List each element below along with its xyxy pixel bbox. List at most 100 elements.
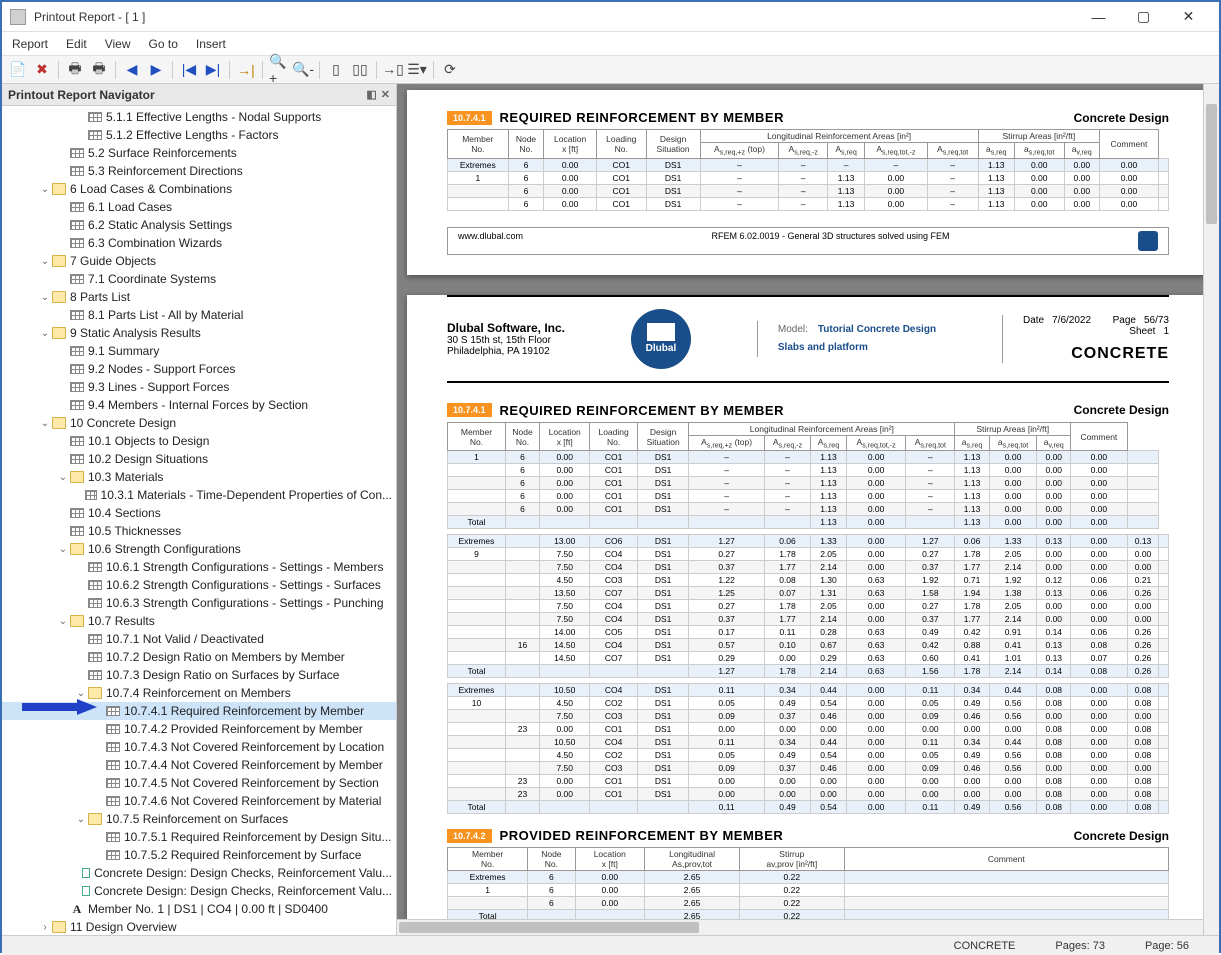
table-icon [70,238,84,248]
refresh-icon[interactable]: ⟳ [440,60,460,80]
navigator-tree[interactable]: 5.1.1 Effective Lengths - Nodal Supports… [2,106,396,935]
tree-label: Member No. 1 | DS1 | CO4 | 0.00 ft | SD0… [88,902,328,916]
menu-edit[interactable]: Edit [66,37,87,51]
tree-item[interactable]: 9.2 Nodes - Support Forces [2,360,396,378]
tree-item[interactable]: 10.6.3 Strength Configurations - Setting… [2,594,396,612]
tree-item[interactable]: 8.1 Parts List - All by Material [2,306,396,324]
tree-label: 10.7.4 Reinforcement on Members [106,686,291,700]
tree-item[interactable]: 10.7.4.3 Not Covered Reinforcement by Lo… [2,738,396,756]
tree-item[interactable]: 10.7.1 Not Valid / Deactivated [2,630,396,648]
tree-label: 10.7.4.5 Not Covered Reinforcement by Se… [124,776,379,790]
close-button[interactable]: ✕ [1166,3,1211,31]
page-icon[interactable]: ▯ [326,60,346,80]
tree-label: 10.6.1 Strength Configurations - Setting… [106,560,383,574]
export-icon[interactable]: →▯ [383,60,403,80]
tree-item[interactable]: 10.7.4.2 Provided Reinforcement by Membe… [2,720,396,738]
menu-goto[interactable]: Go to [149,37,178,51]
tree-item[interactable]: 7.1 Coordinate Systems [2,270,396,288]
tree-item[interactable]: 10.7.5.2 Required Reinforcement by Surfa… [2,846,396,864]
tree-label: 10.7.1 Not Valid / Deactivated [106,632,264,646]
tree-item[interactable]: 10.4 Sections [2,504,396,522]
last-icon[interactable]: ▶| [203,60,223,80]
undock-icon[interactable]: ◧ [366,88,376,101]
prev-icon[interactable]: ◀ [122,60,142,80]
report-viewport[interactable]: 10.7.4.1 REQUIRED REINFORCEMENT BY MEMBE… [397,84,1219,935]
zoom-out-icon[interactable]: 🔍- [293,60,313,80]
tree-label: 6.3 Combination Wizards [88,236,222,250]
section-tag: 10.7.4.2 [447,829,492,843]
tree-item[interactable]: 10.6.1 Strength Configurations - Setting… [2,558,396,576]
menu-insert[interactable]: Insert [196,37,226,51]
table-icon [70,364,84,374]
tree-item[interactable]: 10.1 Objects to Design [2,432,396,450]
pages-icon[interactable]: ▯▯ [350,60,370,80]
print-icon[interactable]: 🖶 [65,60,85,80]
next-icon[interactable]: ▶ [146,60,166,80]
tree-item[interactable]: 10.7.4.4 Not Covered Reinforcement by Me… [2,756,396,774]
tree-label: 11 Design Overview [70,920,177,934]
maximize-button[interactable]: ▢ [1121,3,1166,31]
tree-label: 10.7.5 Reinforcement on Surfaces [106,812,288,826]
tree-item[interactable]: 10.7.5.1 Required Reinforcement by Desig… [2,828,396,846]
folder-icon [52,183,66,195]
tree-item[interactable]: 9.4 Members - Internal Forces by Section [2,396,396,414]
table-icon [70,166,84,176]
statusbar: CONCRETE Pages: 73 Page: 56 [2,935,1219,955]
module-name: CONCRETE [1023,345,1169,363]
tree-item[interactable]: 10.7.4.6 Not Covered Reinforcement by Ma… [2,792,396,810]
tree-label: 5.1.1 Effective Lengths - Nodal Supports [106,110,321,124]
tree-item[interactable]: 10.5 Thicknesses [2,522,396,540]
tree-item[interactable]: ⌄10.7.5 Reinforcement on Surfaces [2,810,396,828]
tree-item[interactable]: ⌄9 Static Analysis Results [2,324,396,342]
folder-icon [88,813,102,825]
settings-icon[interactable]: ☰▾ [407,60,427,80]
tree-item[interactable]: 9.1 Summary [2,342,396,360]
tree-label: 10.7.4.6 Not Covered Reinforcement by Ma… [124,794,381,808]
tree-item[interactable]: 10.2 Design Situations [2,450,396,468]
tree-label: 10.7.2 Design Ratio on Members by Member [106,650,345,664]
minimize-button[interactable]: — [1076,3,1121,31]
tree-item[interactable]: ⌄8 Parts List [2,288,396,306]
tree-item[interactable]: 5.1.1 Effective Lengths - Nodal Supports [2,108,396,126]
tree-item[interactable]: ⌄10.6 Strength Configurations [2,540,396,558]
tree-item[interactable]: 9.3 Lines - Support Forces [2,378,396,396]
table-icon [106,742,120,752]
horizontal-scrollbar[interactable] [397,919,1203,935]
print-all-icon[interactable]: 🖶 [89,60,109,80]
callout-arrow-icon [22,699,97,715]
tree-item[interactable]: ›11 Design Overview [2,918,396,935]
tree-item[interactable]: Concrete Design: Design Checks, Reinforc… [2,882,396,900]
menu-report[interactable]: Report [12,37,48,51]
tree-item[interactable]: ⌄10.7 Results [2,612,396,630]
new-icon[interactable]: 📄 [8,60,28,80]
first-icon[interactable]: |◀ [179,60,199,80]
vertical-scrollbar[interactable] [1203,84,1219,935]
table-icon [70,220,84,230]
menu-view[interactable]: View [105,37,131,51]
tree-item[interactable]: 6.1 Load Cases [2,198,396,216]
tree-item[interactable]: 5.3 Reinforcement Directions [2,162,396,180]
tree-item[interactable]: 10.7.2 Design Ratio on Members by Member [2,648,396,666]
tree-item[interactable]: 10.7.4.5 Not Covered Reinforcement by Se… [2,774,396,792]
folder-icon [52,921,66,933]
tree-item[interactable]: 6.2 Static Analysis Settings [2,216,396,234]
tree-item[interactable]: Concrete Design: Design Checks, Reinforc… [2,864,396,882]
tree-item[interactable]: 6.3 Combination Wizards [2,234,396,252]
tree-item[interactable]: ⌄10.3 Materials [2,468,396,486]
table-icon [70,436,84,446]
tree-item[interactable]: 10.3.1 Materials - Time-Dependent Proper… [2,486,396,504]
footer-mid: RFEM 6.02.0019 - General 3D structures s… [711,231,949,251]
tree-item[interactable]: AMember No. 1 | DS1 | CO4 | 0.00 ft | SD… [2,900,396,918]
tree-item[interactable]: ⌄10 Concrete Design [2,414,396,432]
tree-item[interactable]: ⌄6 Load Cases & Combinations [2,180,396,198]
model-name: Tutorial Concrete Design [818,321,936,339]
zoom-in-icon[interactable]: 🔍+ [269,60,289,80]
tree-item[interactable]: 10.7.3 Design Ratio on Surfaces by Surfa… [2,666,396,684]
tree-item[interactable]: 5.2 Surface Reinforcements [2,144,396,162]
tree-item[interactable]: 10.6.2 Strength Configurations - Setting… [2,576,396,594]
tree-item[interactable]: 5.1.2 Effective Lengths - Factors [2,126,396,144]
goto-icon[interactable]: →| [236,60,256,80]
delete-icon[interactable]: ✖ [32,60,52,80]
close-panel-icon[interactable]: ✕ [381,88,390,101]
tree-item[interactable]: ⌄7 Guide Objects [2,252,396,270]
